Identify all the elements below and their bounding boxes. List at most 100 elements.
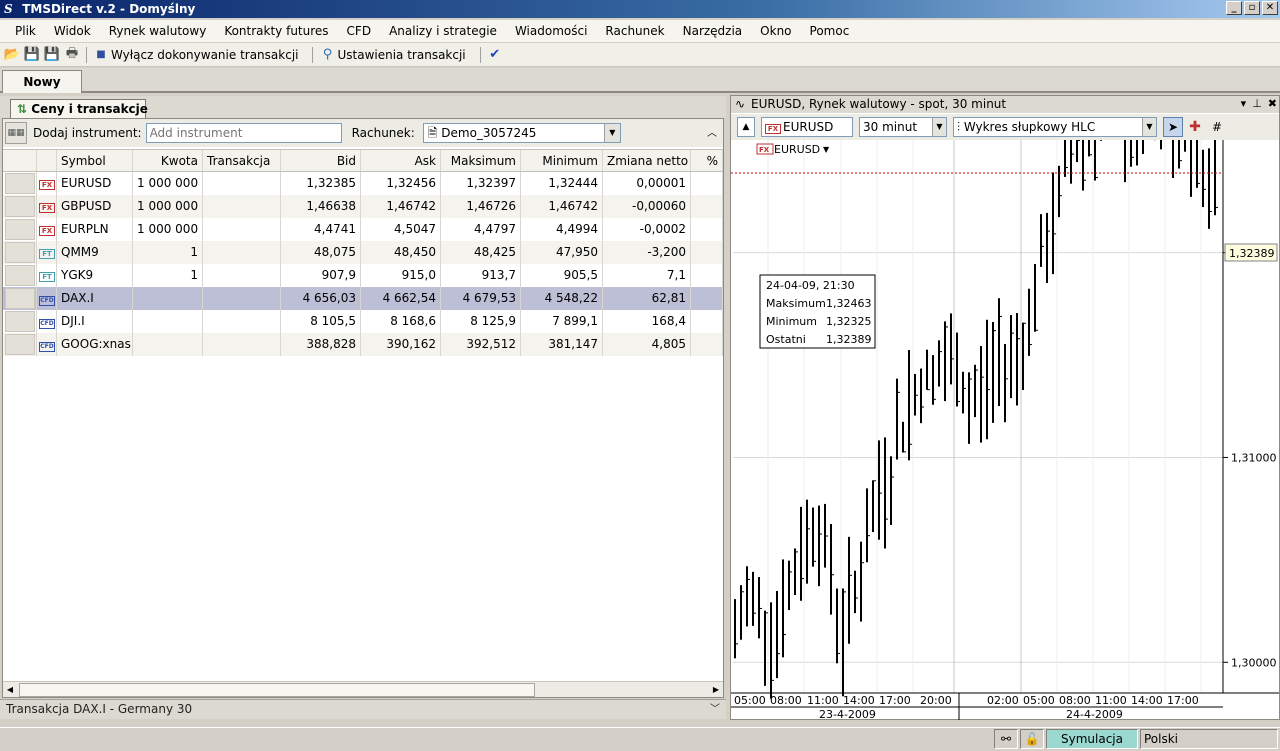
col-kwota[interactable]: Kwota — [133, 150, 203, 171]
row-handle[interactable] — [5, 288, 35, 309]
save-all-icon[interactable]: 💾 — [42, 45, 62, 65]
cell-transakcja[interactable] — [203, 310, 281, 333]
cell-transakcja[interactable] — [203, 333, 281, 356]
collapse-icon[interactable]: ︿ — [707, 124, 717, 139]
col-zmiana[interactable]: Zmiana netto — [603, 150, 691, 171]
transaction-bar[interactable]: Transakcja DAX.I - Germany 30 ﹀ — [0, 699, 726, 719]
scroll-right-icon[interactable]: ▶ — [709, 683, 723, 697]
chevron-down-icon[interactable]: ▼ — [932, 118, 946, 136]
col-maksimum[interactable]: Maksimum — [441, 150, 521, 171]
cell-transakcja[interactable] — [203, 287, 281, 310]
col-symbol[interactable]: Symbol — [57, 150, 133, 171]
cell-kwota[interactable] — [133, 333, 203, 356]
lock-icon[interactable]: 🔓 — [1020, 729, 1044, 749]
horizontal-scrollbar[interactable]: ◀ ▶ — [3, 681, 723, 697]
row-header[interactable] — [3, 287, 37, 310]
stop-trading-icon[interactable]: ■ — [91, 45, 111, 65]
disable-trading-button[interactable]: Wyłącz dokonywanie transakcji — [111, 48, 298, 62]
chevron-down-icon[interactable]: ▼ — [603, 124, 620, 142]
minimize-button[interactable]: _ — [1226, 1, 1242, 15]
dropdown-icon[interactable]: ▾ — [1241, 96, 1247, 112]
price-chart[interactable]: 1,300001,310001,32000 05:0008:0011:0014:… — [731, 140, 1279, 720]
chevron-down-icon[interactable]: ﹀ — [710, 700, 720, 719]
row-header[interactable] — [3, 333, 37, 356]
cell-transakcja[interactable] — [203, 218, 281, 241]
row-handle[interactable] — [5, 265, 35, 286]
row-header[interactable] — [3, 172, 37, 195]
row-handle[interactable] — [5, 311, 35, 332]
col-minimum[interactable]: Minimum — [521, 150, 603, 171]
row-header[interactable] — [3, 195, 37, 218]
table-row[interactable]: CFD DAX.I 4 656,03 4 662,54 4 679,53 4 548,22… — [3, 287, 723, 310]
row-header[interactable] — [3, 218, 37, 241]
table-row[interactable]: FX EURPLN 1 000 000 4,4741 4,5047 4,4797 4,499… — [3, 218, 723, 241]
add-instrument-input[interactable] — [145, 123, 342, 143]
interval-select[interactable]: 30 minut ▼ — [859, 117, 947, 137]
save-icon[interactable]: 💾 — [22, 45, 42, 65]
cell-kwota[interactable]: 1 — [133, 241, 203, 264]
pin-icon[interactable]: ⊥ — [1252, 96, 1262, 112]
checkmark-icon[interactable]: ✔ — [485, 45, 505, 65]
table-row[interactable]: FT YGK9 1 907,9 915,0 913,7 905,5 7,1 — [3, 264, 723, 287]
close-button[interactable]: ✕ — [1262, 1, 1278, 15]
menu-rachunek[interactable]: Rachunek — [596, 24, 673, 38]
menu-plik[interactable]: Plik — [6, 24, 45, 38]
menu-rynek-walutowy[interactable]: Rynek walutowy — [100, 24, 216, 38]
scroll-left-icon[interactable]: ◀ — [3, 683, 17, 697]
menu-wiadomosci[interactable]: Wiadomości — [506, 24, 596, 38]
open-folder-icon[interactable]: 📂 — [2, 45, 22, 65]
close-icon[interactable]: ✖ — [1268, 96, 1277, 112]
account-select[interactable]: 🗎 Demo_3057245 ▼ — [422, 123, 621, 143]
row-header[interactable] — [3, 264, 37, 287]
row-handle[interactable] — [5, 242, 35, 263]
scroll-thumb[interactable] — [19, 683, 535, 697]
trade-settings-button[interactable]: Ustawienia transakcji — [337, 48, 465, 62]
row-header[interactable] — [3, 310, 37, 333]
col-percent[interactable]: % — [691, 150, 723, 171]
cell-kwota[interactable]: 1 000 000 — [133, 172, 203, 195]
cell-kwota[interactable]: 1 000 000 — [133, 195, 203, 218]
cell-transakcja[interactable] — [203, 172, 281, 195]
table-row[interactable]: CFD GOOG:xnas 388,828 390,162 392,512 381,147… — [3, 333, 723, 356]
row-header[interactable] — [3, 241, 37, 264]
row-handle[interactable] — [5, 334, 35, 355]
table-row[interactable]: FX EURUSD 1 000 000 1,32385 1,32456 1,32397 1,… — [3, 172, 723, 195]
tab-ceny-i-transakcje[interactable]: ⇅ Ceny i transakcje — [10, 99, 148, 118]
menu-pomoc[interactable]: Pomoc — [801, 24, 859, 38]
cell-transakcja[interactable] — [203, 264, 281, 287]
tab-nowy-widok[interactable]: Nowy widok — [2, 70, 82, 111]
menu-analizy[interactable]: Analizy i strategie — [380, 24, 506, 38]
col-ask[interactable]: Ask — [361, 150, 441, 171]
collapse-up-icon[interactable]: ▲ — [737, 117, 755, 137]
row-handle[interactable] — [5, 196, 35, 217]
crosshair-icon[interactable]: ✚ — [1183, 119, 1207, 135]
row-handle[interactable] — [5, 219, 35, 240]
menu-cfd[interactable]: CFD — [338, 24, 381, 38]
chevron-down-icon[interactable]: ▼ — [1142, 118, 1156, 136]
grid-layout-button[interactable]: ▦▦ — [5, 122, 27, 144]
col-bid[interactable]: Bid — [281, 150, 361, 171]
cell-kwota[interactable]: 1 — [133, 264, 203, 287]
cell-transakcja[interactable] — [203, 241, 281, 264]
cell-kwota[interactable] — [133, 287, 203, 310]
menu-widok[interactable]: Widok — [45, 24, 100, 38]
grid-icon[interactable]: # — [1207, 120, 1227, 134]
chart-type-select[interactable]: ⫶ Wykres słupkowy HLC ▼ — [953, 117, 1157, 137]
table-row[interactable]: FX GBPUSD 1 000 000 1,46638 1,46742 1,46726 1,… — [3, 195, 723, 218]
pointer-icon[interactable]: ➤ — [1163, 117, 1183, 137]
connection-icon[interactable]: ⚯ — [994, 729, 1018, 749]
row-handle[interactable] — [5, 173, 35, 194]
menu-narzedzia[interactable]: Narzędzia — [674, 24, 752, 38]
print-icon[interactable]: 🖶 — [62, 45, 82, 65]
cell-transakcja[interactable] — [203, 195, 281, 218]
col-transakcja[interactable]: Transakcja — [203, 150, 281, 171]
chart-symbol-box[interactable]: FX EURUSD — [761, 117, 853, 137]
cell-kwota[interactable]: 1 000 000 — [133, 218, 203, 241]
cell-kwota[interactable] — [133, 310, 203, 333]
maximize-button[interactable]: ▫ — [1244, 1, 1260, 15]
table-row[interactable]: FT QMM9 1 48,075 48,450 48,425 47,950 -3,200 — [3, 241, 723, 264]
table-row[interactable]: CFD DJI.I 8 105,5 8 168,6 8 125,9 7 899,1 168,… — [3, 310, 723, 333]
menu-okno[interactable]: Okno — [751, 24, 800, 38]
menu-kontrakty-futures[interactable]: Kontrakty futures — [215, 24, 337, 38]
settings-pin-icon[interactable]: ⚲ — [317, 45, 337, 65]
